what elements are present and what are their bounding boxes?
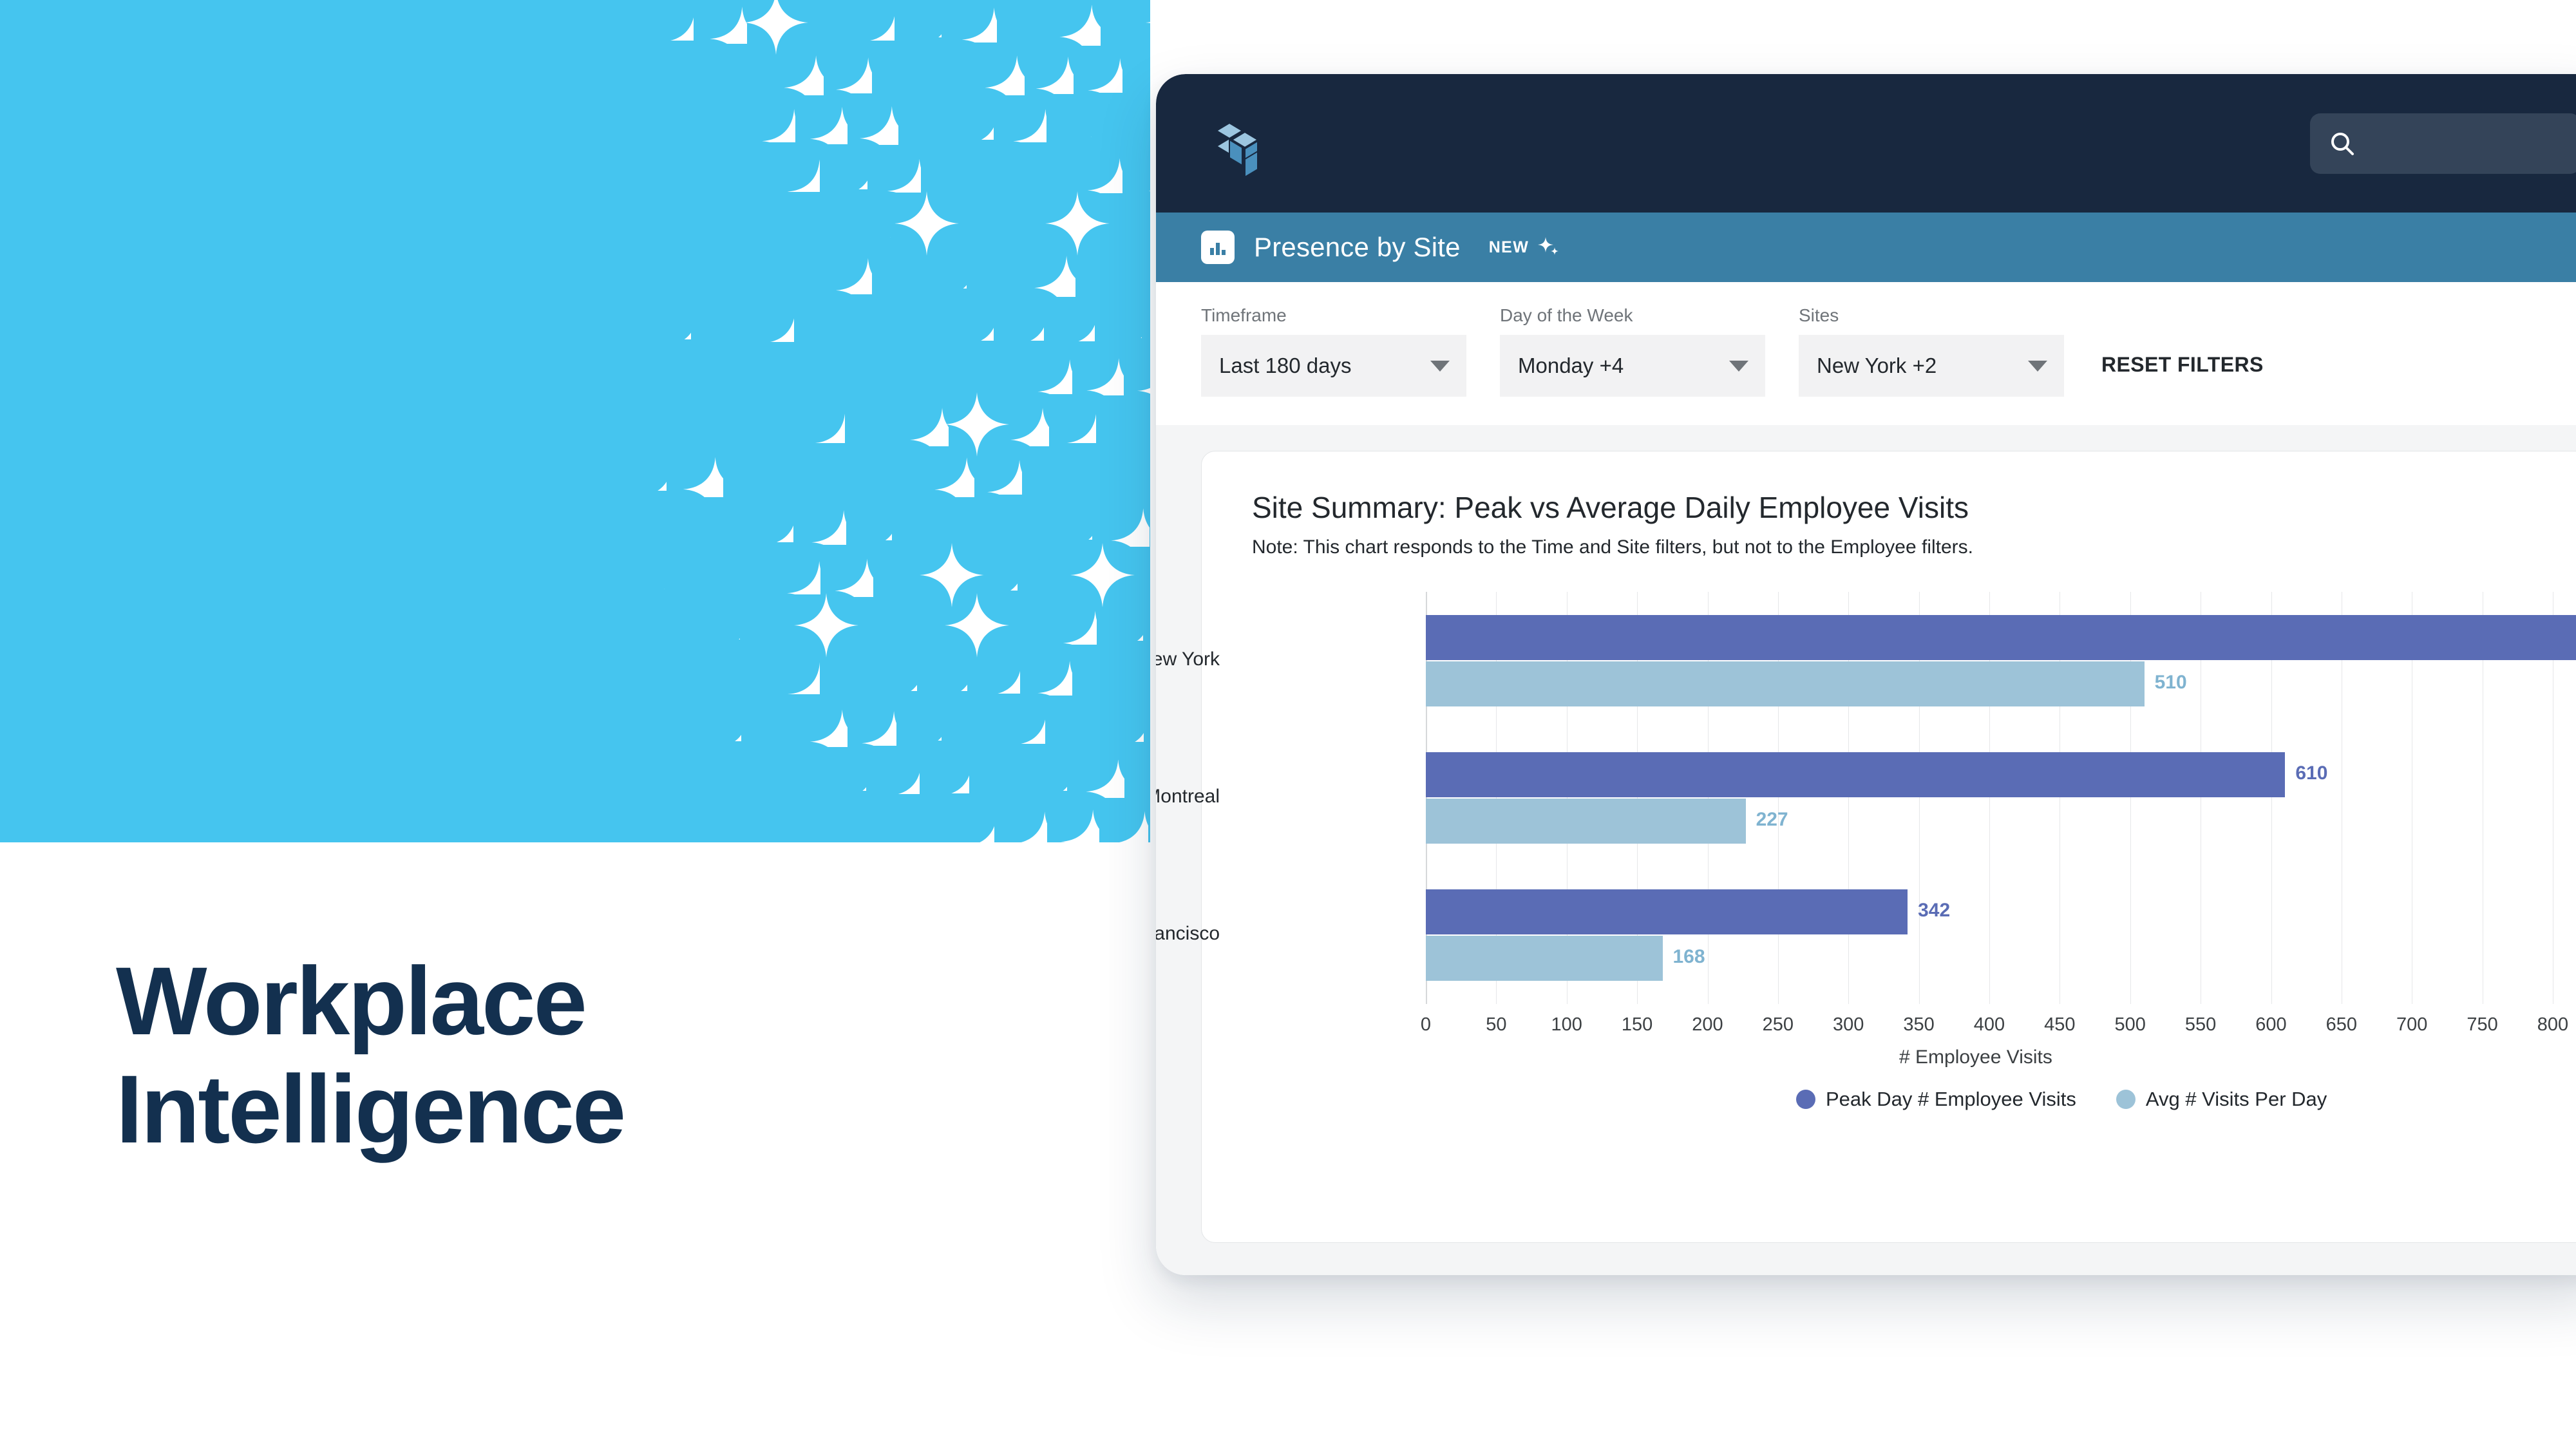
- bar-value: 610: [2295, 762, 2328, 784]
- x-tick: 550: [2184, 1014, 2217, 1035]
- chevron-down-icon: [2028, 360, 2047, 372]
- bar-peak[interactable]: [1426, 752, 2286, 797]
- reset-filters-button[interactable]: RESET FILTERS: [2098, 352, 2268, 377]
- x-tick: 750: [2467, 1014, 2498, 1035]
- x-tick: 200: [1692, 1014, 1723, 1035]
- chevron-down-icon: [1729, 360, 1748, 372]
- x-tick: 350: [1903, 1014, 1935, 1035]
- legend-swatch: [1796, 1090, 1815, 1109]
- bar-value: 168: [1672, 946, 1705, 968]
- x-tick: 800: [2537, 1014, 2569, 1035]
- isometric-cube-logo: [1214, 110, 1268, 178]
- day-of-week-select[interactable]: Monday +4: [1500, 335, 1765, 397]
- bar-value: 510: [2154, 671, 2187, 693]
- legend-item[interactable]: Peak Day # Employee Visits: [1796, 1088, 2076, 1111]
- sparkle-pattern: [0, 0, 1150, 842]
- content-area: Site Summary: Peak vs Average Daily Empl…: [1156, 425, 2576, 1275]
- bar-avg[interactable]: [1426, 936, 1663, 981]
- x-tick: 450: [2044, 1014, 2076, 1035]
- x-tick: 0: [1420, 1014, 1432, 1035]
- x-tick: 250: [1762, 1014, 1794, 1035]
- x-tick: 50: [1486, 1014, 1507, 1035]
- app-header: [1156, 74, 2576, 213]
- bar-value: 342: [1918, 900, 1951, 922]
- legend-label: Avg # Visits Per Day: [2145, 1088, 2327, 1110]
- x-tick: 600: [2255, 1014, 2287, 1035]
- bar-chart-icon: [1201, 231, 1235, 264]
- chart-legend: Peak Day # Employee Visits Avg # Visits P…: [1796, 1088, 2367, 1111]
- tab-bar: Presence by Site NEW: [1156, 213, 2576, 282]
- legend-swatch: [2116, 1090, 2136, 1109]
- sites-select[interactable]: New York +2: [1799, 335, 2064, 397]
- card-title: Site Summary: Peak vs Average Daily Empl…: [1252, 491, 1969, 524]
- presence-bar-chart: New York 510 Montreal 610 227 San Francisco 34…: [1156, 592, 2576, 1110]
- bar-avg[interactable]: [1426, 799, 1746, 844]
- card-note: Note: This chart responds to the Time an…: [1252, 536, 1974, 558]
- x-tick: 150: [1621, 1014, 1653, 1035]
- day-of-week-value: Monday +4: [1518, 354, 1624, 377]
- sites-value: New York +2: [1817, 354, 1937, 377]
- x-tick: 300: [1833, 1014, 1864, 1035]
- tab-presence-by-site[interactable]: Presence by Site: [1254, 232, 1461, 263]
- filter-bar: Timeframe Last 180 days Day of the Week …: [1156, 282, 2576, 425]
- filter-label: Sites: [1799, 305, 1839, 325]
- timeframe-value: Last 180 days: [1219, 354, 1352, 377]
- filter-day-of-week: Day of the Week Monday +4: [1500, 305, 1765, 397]
- category-label: New York: [1156, 648, 1220, 670]
- x-tick: 650: [2325, 1014, 2358, 1035]
- x-tick: 100: [1551, 1014, 1582, 1035]
- new-badge: NEW: [1488, 238, 1530, 256]
- bar-value: 227: [1756, 809, 1788, 830]
- x-tick: 400: [1973, 1014, 2005, 1035]
- category-label: San Francisco: [1156, 923, 1220, 945]
- filter-sites: Sites New York +2: [1799, 305, 2064, 397]
- sparkle-icon: [1537, 236, 1560, 259]
- bar-peak[interactable]: [1426, 614, 2576, 660]
- search-icon: [2328, 129, 2356, 158]
- plot-area: New York 510 Montreal 610 227 San Francisco 34…: [1156, 592, 2576, 1110]
- filter-label: Day of the Week: [1500, 305, 1633, 325]
- filter-timeframe: Timeframe Last 180 days: [1201, 305, 1466, 397]
- bar-peak[interactable]: [1426, 889, 1908, 935]
- chevron-down-icon: [1430, 360, 1450, 372]
- category-label: Montreal: [1156, 786, 1220, 807]
- promo-headline: Workplace Intelligence: [116, 947, 626, 1163]
- chart-card: Site Summary: Peak vs Average Daily Empl…: [1156, 451, 2576, 1243]
- search-box[interactable]: [2310, 113, 2576, 174]
- filter-label: Timeframe: [1201, 305, 1287, 325]
- x-axis-label: # Employee Visits: [1899, 1046, 2052, 1068]
- x-tick: 700: [2396, 1014, 2428, 1035]
- timeframe-select[interactable]: Last 180 days: [1201, 335, 1466, 397]
- legend-label: Peak Day # Employee Visits: [1826, 1088, 2076, 1110]
- search-input[interactable]: [2365, 130, 2576, 156]
- app-window: Presence by Site NEW Timeframe Last 180 …: [1156, 74, 2576, 1275]
- promo-panel: [0, 0, 1150, 842]
- legend-item[interactable]: Avg # Visits Per Day: [2116, 1088, 2327, 1111]
- bar-avg[interactable]: [1426, 661, 2145, 706]
- x-tick: 500: [2114, 1014, 2146, 1035]
